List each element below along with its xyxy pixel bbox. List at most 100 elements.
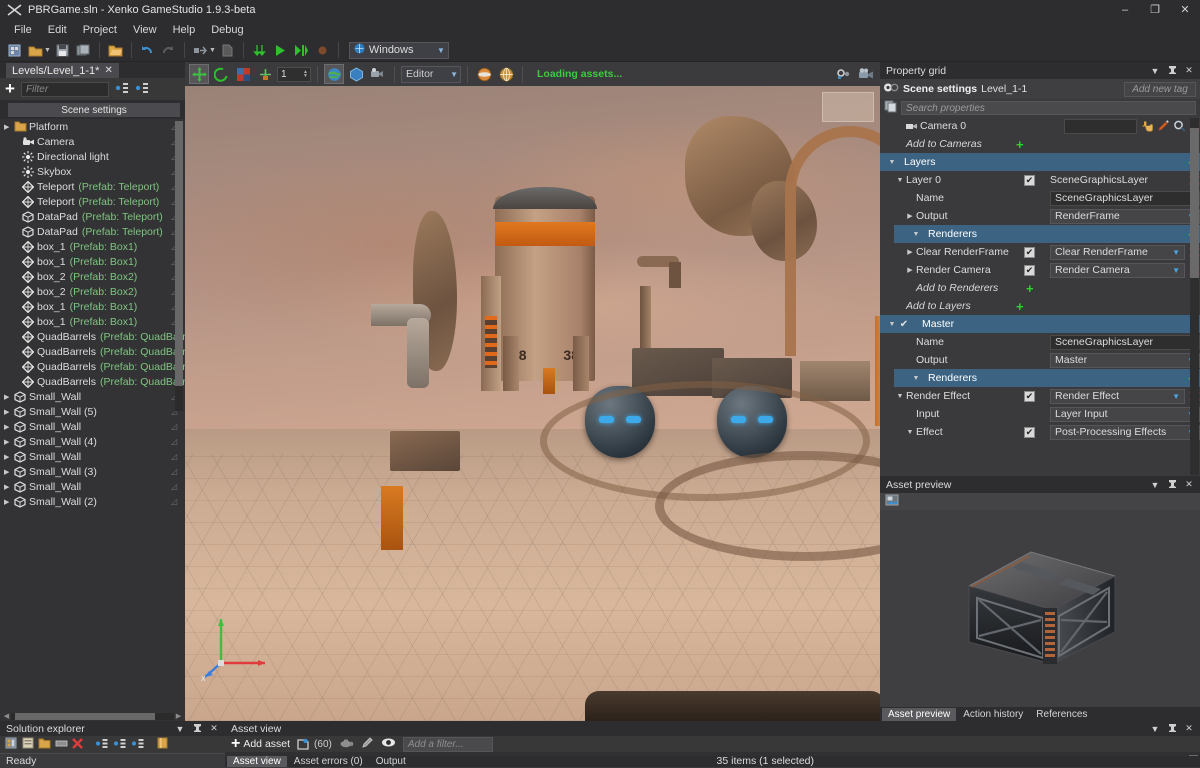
tree-item-marker-icon[interactable]: ◿ — [171, 422, 185, 431]
chevron-down-icon[interactable]: ▼ — [886, 159, 898, 166]
scene-tree-item[interactable]: ▶Small_Wall (2)◿ — [0, 494, 185, 509]
scene-tree-item[interactable]: Camera◿ — [0, 134, 185, 149]
open-folder-icon[interactable] — [106, 41, 125, 60]
collapse-all-icon[interactable] — [135, 82, 149, 97]
scene-tree-item[interactable]: ▶Small_Wall◿ — [0, 449, 185, 464]
rotate-gizmo-icon[interactable] — [211, 64, 231, 84]
pick-icon[interactable] — [1141, 120, 1154, 132]
chevron-down-icon[interactable]: ▼ — [894, 177, 906, 184]
scene-tab-level[interactable]: Levels/Level_1-1* ✕ — [6, 63, 119, 78]
property-checkbox[interactable]: ✔ — [1024, 265, 1035, 276]
thumbnail-count-icon[interactable]: (60) — [297, 738, 332, 750]
property-section-header[interactable]: ▼Renderers+ — [894, 225, 1200, 243]
material-sphere-icon[interactable] — [474, 64, 494, 84]
close-icon[interactable]: ✕ — [104, 65, 112, 76]
save-icon[interactable] — [53, 41, 72, 60]
asset-preview-tab[interactable]: References — [1030, 708, 1093, 721]
scene-tree-item[interactable]: box_2(Prefab: Box2)◿ — [0, 284, 185, 299]
tree-item-marker-icon[interactable]: ◿ — [171, 497, 185, 506]
property-row[interactable]: NameSceneGraphicsLayer — [880, 189, 1200, 207]
run-step-icon[interactable] — [292, 41, 311, 60]
scene-tree-item[interactable]: ▶Small_Wall (4)◿ — [0, 434, 185, 449]
expand-icon[interactable] — [95, 738, 109, 752]
chevron-right-icon[interactable]: ▶ — [4, 393, 13, 401]
chevron-right-icon[interactable]: ▶ — [4, 453, 13, 461]
asset-view-tab[interactable]: Asset errors (0) — [288, 756, 369, 767]
undo-icon[interactable] — [138, 41, 157, 60]
visibility-icon[interactable] — [381, 737, 396, 751]
asset-preview-canvas[interactable] — [880, 510, 1200, 707]
chevron-down-icon[interactable]: ▼ — [437, 46, 445, 55]
property-row[interactable]: ▼Layer 0✔SceneGraphicsLayer — [880, 171, 1200, 189]
property-text-input[interactable]: SceneGraphicsLayer — [1050, 191, 1200, 206]
minimize-button[interactable]: – — [1110, 0, 1140, 20]
property-grid-scrollbar[interactable] — [1190, 118, 1199, 475]
property-combo[interactable]: Layer Input▼ — [1050, 407, 1200, 422]
chevron-down-icon[interactable]: ▼ — [1172, 248, 1180, 257]
add-package-icon[interactable] — [5, 737, 18, 752]
chevron-right-icon[interactable]: ▶ — [4, 423, 13, 431]
scene-tree[interactable]: ▶Platform◿Camera◿Directional light◿Skybo… — [0, 119, 185, 711]
panel-menu-icon[interactable]: ▼ — [1147, 477, 1163, 492]
sync-icon[interactable] — [131, 738, 145, 752]
panel-menu-icon[interactable]: ▼ — [1147, 721, 1163, 736]
scene-tree-item[interactable]: Directional light◿ — [0, 149, 185, 164]
camera-preview-icon[interactable] — [368, 64, 388, 84]
scene-tree-item[interactable]: Teleport(Prefab: Teleport)◿ — [0, 194, 185, 209]
scene-tree-item[interactable]: box_2(Prefab: Box2)◿ — [0, 269, 185, 284]
asset-filter-input[interactable]: Add a filter... — [403, 737, 493, 752]
clean-icon[interactable] — [218, 41, 237, 60]
panel-pin-icon[interactable] — [1164, 721, 1180, 736]
chevron-right-icon[interactable]: ▶ — [904, 248, 916, 256]
add-item-button[interactable]: + — [1026, 281, 1034, 296]
panel-close-icon[interactable]: ✕ — [1181, 63, 1197, 78]
scene-tree-item[interactable]: ▶Small_Wall (3)◿ — [0, 464, 185, 479]
asset-tools-icon[interactable] — [339, 737, 354, 752]
property-value[interactable]: SceneGraphicsLayer — [1050, 174, 1185, 186]
panel-close-icon[interactable]: ✕ — [1181, 477, 1197, 492]
asset-grid[interactable]: BarrelModelBox1ModelBox2ModelChargerBoxM… — [225, 752, 1200, 756]
chevron-right-icon[interactable]: ▶ — [904, 266, 916, 274]
property-section-header[interactable]: ▼Renderers+ — [894, 369, 1200, 387]
scene-tree-item[interactable]: Skybox◿ — [0, 164, 185, 179]
property-checkbox[interactable]: ✔ — [1024, 175, 1035, 186]
property-combo[interactable]: Render Effect▼ — [1050, 389, 1185, 404]
snap-grid-icon[interactable] — [255, 64, 275, 84]
edit-icon[interactable] — [1157, 120, 1170, 132]
scene-settings-button[interactable]: Scene settings — [8, 103, 180, 117]
property-combo[interactable]: Post-Processing Effects▼ — [1050, 425, 1200, 440]
chevron-right-icon[interactable]: ▶ — [4, 408, 13, 416]
property-section-header[interactable]: ▼✔Master — [880, 315, 1200, 333]
menu-help[interactable]: Help — [165, 22, 204, 38]
chevron-down-icon[interactable]: ▼ — [886, 321, 898, 328]
scene-tree-item[interactable]: QuadBarrels(Prefab: QuadBarrels)◿ — [0, 329, 185, 344]
build-icon[interactable] — [191, 41, 210, 60]
scene-tree-item[interactable]: ▶Small_Wall◿ — [0, 419, 185, 434]
scene-tree-item[interactable]: QuadBarrels(Prefab: QuadBarrels)◿ — [0, 374, 185, 389]
search-properties-input[interactable]: Search properties — [901, 101, 1196, 115]
scene-tree-item[interactable]: box_1(Prefab: Box1)◿ — [0, 254, 185, 269]
spinner-icon[interactable]: ▲▼ — [303, 70, 310, 78]
menu-file[interactable]: File — [6, 22, 40, 38]
save-all-icon[interactable] — [74, 41, 93, 60]
menu-view[interactable]: View — [125, 22, 165, 38]
copy-properties-icon[interactable] — [884, 100, 897, 116]
property-add-link-row[interactable]: Add to Renderers+ — [880, 279, 1200, 297]
platform-combo[interactable]: Windows ▼ — [349, 42, 449, 59]
scene-tree-item[interactable]: ▶Small_Wall◿ — [0, 479, 185, 494]
chevron-down-icon[interactable]: ▼ — [894, 393, 906, 400]
scrollbar-thumb[interactable] — [1190, 128, 1199, 278]
chevron-down-icon[interactable]: ▼ — [910, 375, 922, 382]
menu-project[interactable]: Project — [75, 22, 125, 38]
panel-close-icon[interactable]: ✕ — [1181, 721, 1197, 736]
scene-tree-item[interactable]: DataPad(Prefab: Teleport)◿ — [0, 209, 185, 224]
property-text-input[interactable]: SceneGraphicsLayer — [1050, 335, 1200, 350]
property-section-header[interactable]: ▼Layers+ — [880, 153, 1200, 171]
property-checkbox[interactable]: ✔ — [1024, 247, 1035, 258]
chevron-right-icon[interactable]: ▶ — [904, 212, 916, 220]
chevron-down-icon[interactable]: ▼ — [1172, 392, 1180, 401]
scroll-right-icon[interactable]: ▶ — [174, 712, 183, 720]
property-row[interactable]: OutputMaster▼ — [880, 351, 1200, 369]
tree-item-marker-icon[interactable]: ◿ — [171, 452, 185, 461]
scene-tree-item[interactable]: QuadBarrels(Prefab: QuadBarrels)◿ — [0, 344, 185, 359]
